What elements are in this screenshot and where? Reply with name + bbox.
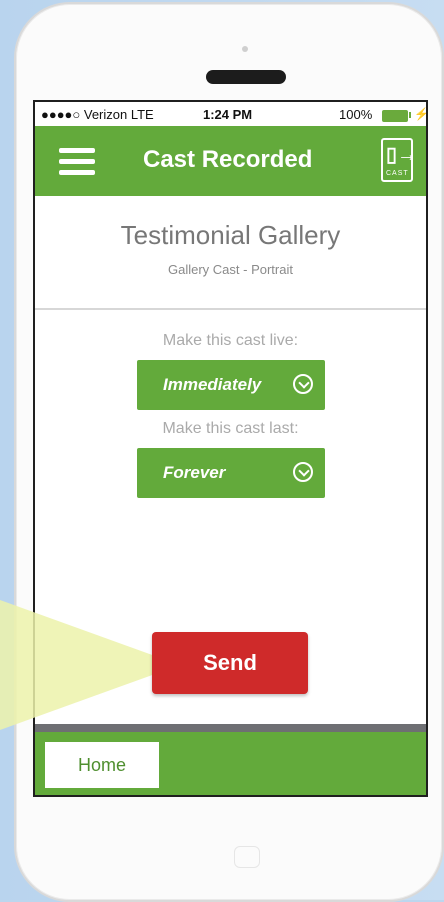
speaker-grille (206, 70, 286, 84)
home-tab[interactable]: Home (45, 742, 159, 788)
cast-live-label: Make this cast live: (162, 332, 299, 349)
chevron-down-icon (293, 462, 313, 482)
footer-divider (35, 724, 426, 732)
send-button[interactable]: Send (152, 632, 308, 694)
cast-logo-glyph: ▯→ (386, 144, 418, 166)
cast-last-value: Forever (163, 463, 226, 482)
gallery-subtitle: Gallery Cast - Portrait (168, 262, 293, 277)
footer-bar: Home (35, 732, 426, 795)
cast-logo-text: CAST (386, 170, 409, 177)
cast-last-label: Make this cast last: (162, 420, 299, 437)
gallery-card: Testimonial Gallery Gallery Cast - Portr… (35, 196, 426, 310)
cast-live-value: Immediately (163, 375, 262, 394)
cast-live-dropdown[interactable]: Immediately (137, 360, 325, 410)
home-button[interactable] (234, 846, 260, 868)
battery-icon (382, 110, 408, 122)
status-bar: ●●●●○ Verizon LTE 1:24 PM 100% ⚡ (35, 102, 426, 126)
battery-percent: 100% (339, 107, 373, 122)
menu-icon[interactable] (59, 148, 95, 176)
page-title: Cast Recorded (143, 146, 313, 173)
chevron-down-icon (293, 374, 313, 394)
nav-bar: Cast Recorded ▯→ CAST (35, 126, 426, 196)
carrier-label: ●●●●○ Verizon LTE (41, 107, 154, 122)
charging-icon: ⚡ (414, 107, 428, 121)
battery-tip (409, 112, 411, 118)
camera-icon (242, 46, 248, 52)
cast-logo-icon[interactable]: ▯→ CAST (381, 138, 417, 182)
cast-last-dropdown[interactable]: Forever (137, 448, 325, 498)
status-time: 1:24 PM (203, 107, 253, 122)
gallery-title: Testimonial Gallery (120, 220, 341, 250)
